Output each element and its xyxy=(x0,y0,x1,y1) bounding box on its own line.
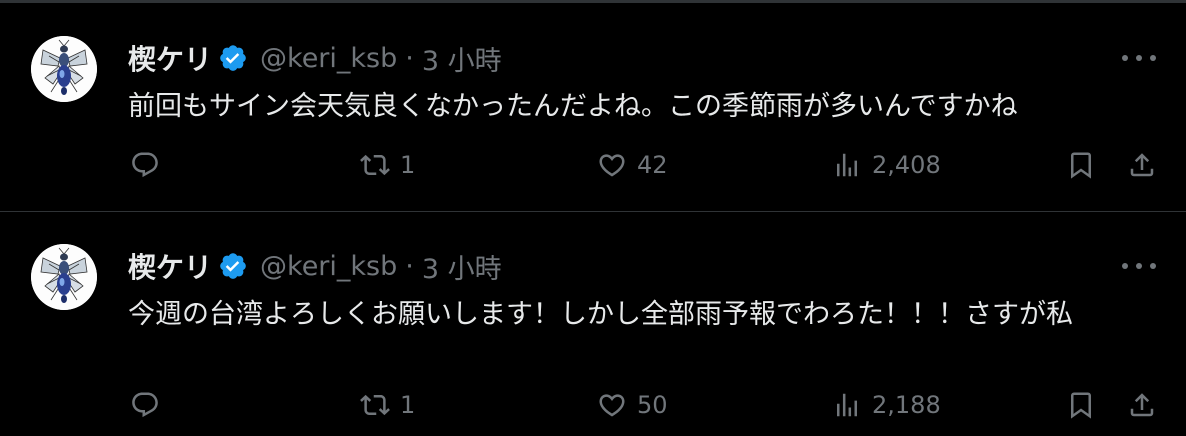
reply-icon xyxy=(132,392,158,418)
share-icon xyxy=(1130,153,1154,177)
retweet-count: 1 xyxy=(400,391,416,419)
tweet-text: 今週の台湾よろしくお願いします！しかし全部雨予報でわろた！！！さすが私 xyxy=(128,299,1073,330)
timestamp[interactable]: 3 小時 xyxy=(422,39,502,78)
share-icon xyxy=(1130,393,1154,417)
handle[interactable]: @keri_ksb xyxy=(260,251,397,282)
handle[interactable]: @keri_ksb xyxy=(260,43,397,74)
like-button[interactable]: 50 xyxy=(597,383,668,427)
display-name[interactable]: 楔ケリ xyxy=(128,38,212,78)
verified-badge-icon[interactable] xyxy=(218,43,248,73)
action-bar: 1 50 2,188 xyxy=(0,383,1186,427)
display-name[interactable]: 楔ケリ xyxy=(128,246,212,286)
views-button[interactable]: 2,408 xyxy=(832,143,941,187)
tweet-header: 楔ケリ @keri_ksb · 3 小時 xyxy=(128,247,502,285)
separator: · xyxy=(405,42,414,74)
reply-button[interactable] xyxy=(130,383,160,427)
more-options-icon[interactable] xyxy=(1122,253,1156,279)
heart-icon xyxy=(599,394,625,417)
like-button[interactable]: 42 xyxy=(597,143,668,187)
insect-illustration-avatar xyxy=(31,244,97,310)
retweet-button[interactable]: 1 xyxy=(360,383,415,427)
reply-button[interactable] xyxy=(130,143,160,187)
share-button[interactable] xyxy=(1127,383,1157,427)
heart-icon xyxy=(599,154,625,177)
analytics-icon xyxy=(837,153,857,177)
separator: · xyxy=(405,250,414,282)
insect-illustration-avatar xyxy=(31,36,97,102)
views-count: 2,188 xyxy=(872,391,941,419)
retweet-icon xyxy=(360,154,390,176)
action-bar: 1 42 2,408 xyxy=(0,143,1186,187)
share-button[interactable] xyxy=(1127,143,1157,187)
like-count: 42 xyxy=(637,151,668,179)
timestamp[interactable]: 3 小時 xyxy=(422,247,502,286)
bookmark-icon xyxy=(1071,392,1091,419)
tweet-text: 前回もサイン会天気良くなかったんだよね。この季節雨が多いんですかね xyxy=(128,91,1018,122)
reply-icon xyxy=(132,152,158,178)
retweet-count: 1 xyxy=(400,151,416,179)
avatar[interactable] xyxy=(31,36,97,102)
retweet-icon xyxy=(360,394,390,416)
tweet[interactable]: 楔ケリ @keri_ksb · 3 小時 今週の台湾よろしくお願いします！しかし… xyxy=(0,211,1186,419)
tweet-header: 楔ケリ @keri_ksb · 3 小時 xyxy=(128,39,502,77)
tweet[interactable]: 楔ケリ @keri_ksb · 3 小時 前回もサイン会天気良くなかったんだよね… xyxy=(0,3,1186,212)
bookmark-button[interactable] xyxy=(1066,143,1096,187)
analytics-icon xyxy=(837,393,857,417)
verified-badge-icon[interactable] xyxy=(218,251,248,281)
retweet-button[interactable]: 1 xyxy=(360,143,415,187)
more-options-icon[interactable] xyxy=(1122,45,1156,71)
views-button[interactable]: 2,188 xyxy=(832,383,941,427)
like-count: 50 xyxy=(637,391,668,419)
avatar[interactable] xyxy=(31,244,97,310)
bookmark-button[interactable] xyxy=(1066,383,1096,427)
bookmark-icon xyxy=(1071,152,1091,179)
views-count: 2,408 xyxy=(872,151,941,179)
